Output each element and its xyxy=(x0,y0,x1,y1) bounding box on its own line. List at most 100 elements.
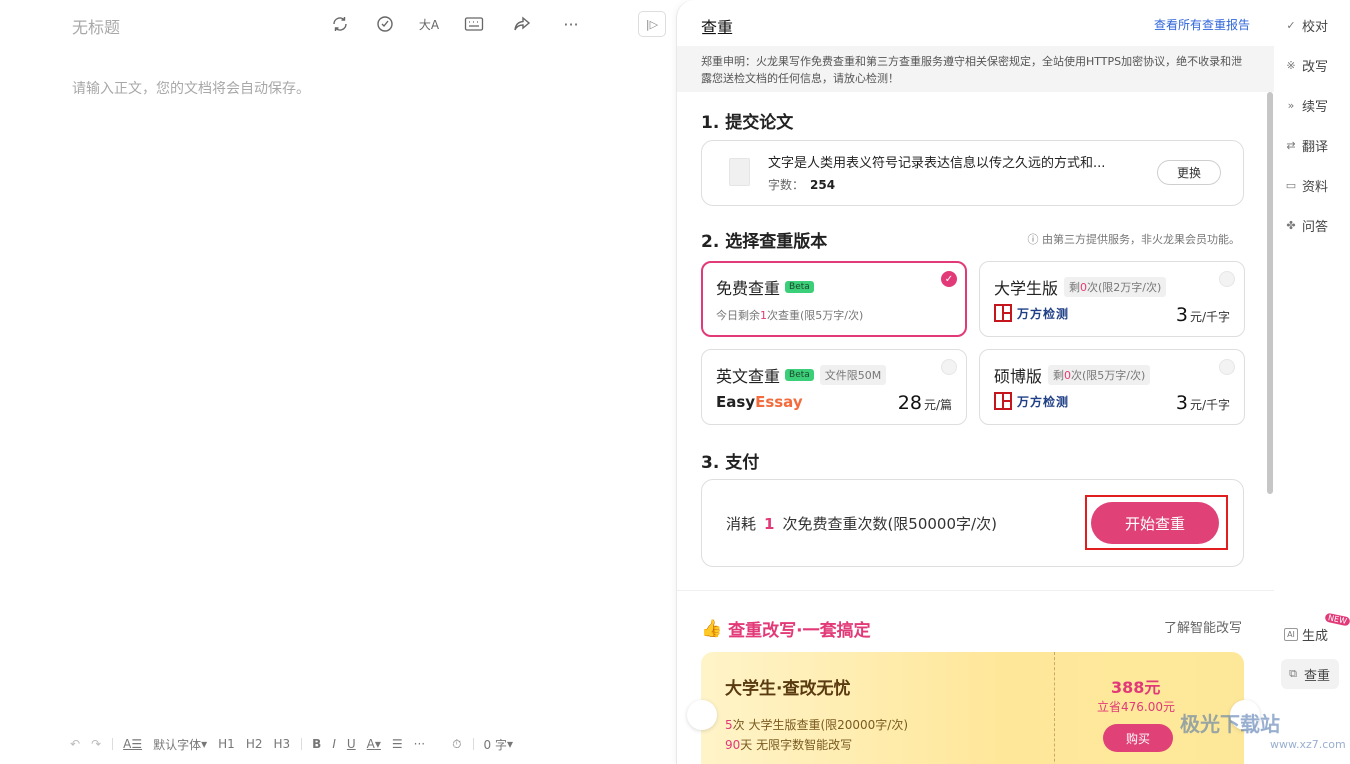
promo-heading: 👍 查重改写·一套搞定 xyxy=(701,618,871,642)
promo-line: 5次 大学生版查重(限20000字/次) xyxy=(725,718,909,732)
divider xyxy=(1054,652,1055,764)
divider xyxy=(112,738,114,750)
swap-icon: ⇄ xyxy=(1286,138,1296,152)
thumbs-up-icon: 👍 xyxy=(701,618,723,639)
divider xyxy=(677,590,1274,591)
rail-item-rewrite[interactable]: ※ 改写 xyxy=(1284,52,1342,78)
rail-item-qa[interactable]: ✤ 问答 xyxy=(1284,212,1342,238)
more-icon[interactable]: ··· xyxy=(559,12,583,36)
more-format-button[interactable]: ··· xyxy=(414,737,425,751)
learn-rewrite-link[interactable]: 了解智能改写 xyxy=(1164,617,1242,636)
option-price: 28 元/篇 xyxy=(897,392,952,414)
rail-item-continue[interactable]: » 续写 xyxy=(1284,92,1342,118)
rail-item-materials[interactable]: ▭ 资料 xyxy=(1284,172,1342,198)
italic-button[interactable]: I xyxy=(332,737,336,751)
sparkle-icon: ※ xyxy=(1286,58,1296,72)
panel-toggle-icon[interactable]: |▷ xyxy=(638,11,666,37)
word-count-info: 字数： 254 xyxy=(768,178,836,192)
option-name: 硕博版 剩0次(限5万字/次) xyxy=(994,363,1151,387)
view-all-reports-link[interactable]: 查看所有查重报告 xyxy=(1154,16,1250,33)
share-icon[interactable] xyxy=(510,12,534,36)
option-name: 大学生版 剩0次(限2万字/次) xyxy=(994,275,1167,299)
step3-heading: 3. 支付 xyxy=(701,453,760,473)
watermark-url: www.xz7.com xyxy=(1270,738,1346,751)
format-clear-icon[interactable]: A☰ xyxy=(123,737,142,751)
formatting-toolbar: ↶ ↷ A☰ 默认字体 ▾ H1 H2 H3 B I U A ▾ ☰ ··· ⏱ 0… xyxy=(70,732,524,756)
document-body-input[interactable]: 请输入正文，您的文档将会自动保存。 xyxy=(72,78,310,98)
underline-button[interactable]: U xyxy=(347,737,356,751)
undo-icon[interactable]: ↶ xyxy=(70,737,80,751)
document-title-input[interactable]: 无标题 xyxy=(72,14,120,38)
option-masters-phd[interactable]: 硕博版 剩0次(限5万字/次) 万方检测 3 元/千字 xyxy=(979,349,1245,425)
inbox-icon: ▭ xyxy=(1285,178,1297,192)
beta-badge: Beta xyxy=(785,369,814,381)
option-price: 3 元/千字 xyxy=(1175,392,1230,414)
option-subtext: 今日剩余1次查重(限5万字/次) xyxy=(716,309,864,322)
option-free-check[interactable]: 免费查重 Beta 今日剩余1次查重(限5万字/次) ✓ xyxy=(701,261,967,337)
editor-pane: 无标题 请输入正文，您的文档将会自动保存。 大A ··· |▷ ↶ ↷ A☰ 默… xyxy=(0,0,676,764)
h2-button[interactable]: H2 xyxy=(246,737,263,751)
option-undergrad[interactable]: 大学生版 剩0次(限2万字/次) 万方检测 3 元/千字 xyxy=(979,261,1245,337)
step2-heading: 2. 选择查重版本 xyxy=(701,232,828,252)
promo-card: 大学生·查改无忧 5次 大学生版查重(限20000字/次) 90天 无限字数智能… xyxy=(701,652,1244,764)
divider xyxy=(301,738,303,750)
selected-check-icon[interactable]: ✓ xyxy=(941,271,957,287)
font-select[interactable]: 默认字体 ▾ xyxy=(153,736,207,753)
option-english-check[interactable]: 英文查重 Beta 文件限50M Easy Essay 28 元/篇 xyxy=(701,349,967,425)
rail-item-translate[interactable]: ⇄ 翻译 xyxy=(1284,132,1342,158)
wanfang-logo: 万方检测 xyxy=(994,392,1069,410)
plagiarism-check-panel: 查重 查看所有查重报告 郑重申明：火龙果写作免费查重和第三方查重服务遵守相关保密… xyxy=(676,0,1274,764)
payment-card: 消耗 1 次免费查重次数(限50000字/次) 开始查重 xyxy=(701,479,1244,567)
document-icon xyxy=(729,158,750,186)
radio-icon[interactable] xyxy=(941,359,957,375)
bold-button[interactable]: B xyxy=(312,737,321,751)
check-icon[interactable] xyxy=(373,12,397,36)
redo-icon[interactable]: ↷ xyxy=(91,737,101,751)
step1-heading: 1. 提交论文 xyxy=(701,113,794,133)
h1-button[interactable]: H1 xyxy=(218,737,235,751)
scrollbar[interactable] xyxy=(1267,92,1273,494)
buy-button[interactable]: 购买 xyxy=(1103,724,1173,752)
timer-icon[interactable]: ⏱ xyxy=(452,737,461,752)
rail-item-proofread[interactable]: ✓ 校对 xyxy=(1284,12,1342,38)
check-mark-icon: ✓ xyxy=(1286,18,1296,32)
sync-icon[interactable] xyxy=(328,12,352,36)
third-party-hint: ⓘ 由第三方提供服务，非火龙果会员功能。 xyxy=(1027,233,1241,246)
carousel-prev-button[interactable] xyxy=(687,700,717,730)
promo-savings: 立省476.00元 xyxy=(1097,700,1175,714)
consume-text: 消耗 1 次免费查重次数(限50000字/次) xyxy=(726,515,997,533)
divider xyxy=(472,738,474,750)
wanfang-logo: 万方检测 xyxy=(994,304,1069,322)
font-color-button[interactable]: A ▾ xyxy=(367,737,381,751)
watermark: 极光下载站 xyxy=(1180,712,1280,736)
keyboard-icon[interactable] xyxy=(462,12,486,36)
replace-file-button[interactable]: 更换 xyxy=(1157,160,1221,185)
right-sidebar: ✓ 校对 ※ 改写 » 续写 ⇄ 翻译 ▭ 资料 ✤ 问答 AI 生成 NEW ⧉ 查重 xyxy=(1274,0,1350,764)
rail-item-check[interactable]: ⧉ 查重 xyxy=(1281,659,1339,689)
word-count[interactable]: 0 字 ▾ xyxy=(484,736,513,753)
list-icon[interactable]: ☰ xyxy=(392,737,403,751)
pinwheel-icon: ✤ xyxy=(1286,218,1296,232)
option-name: 免费查重 Beta xyxy=(716,275,814,299)
promo-line: 90天 无限字数智能改写 xyxy=(725,738,853,752)
file-title: 文字是人类用表义符号记录表达信息以传之久远的方式和... xyxy=(768,156,1106,171)
quota-tag: 剩0次(限5万字/次) xyxy=(1048,365,1151,385)
h3-button[interactable]: H3 xyxy=(273,737,290,751)
easyessay-logo: Easy Essay xyxy=(716,393,803,411)
rail-item-generate[interactable]: AI 生成 xyxy=(1284,621,1342,647)
double-chevron-icon: » xyxy=(1287,98,1295,112)
privacy-notice: 郑重申明：火龙果写作免费查重和第三方查重服务遵守相关保密规定，全站使用HTTPS… xyxy=(677,46,1274,92)
beta-badge: Beta xyxy=(785,281,814,293)
panel-title: 查重 xyxy=(701,18,734,37)
file-limit-tag: 文件限50M xyxy=(819,365,887,385)
text-size-icon[interactable]: 大A xyxy=(417,12,441,36)
promo-title: 大学生·查改无忧 xyxy=(725,679,851,699)
radio-icon[interactable] xyxy=(1219,271,1235,287)
option-price: 3 元/千字 xyxy=(1175,304,1230,326)
radio-icon[interactable] xyxy=(1219,359,1235,375)
ai-icon: AI xyxy=(1284,627,1298,641)
option-name: 英文查重 Beta 文件限50M xyxy=(716,363,887,387)
submitted-file-card: 文字是人类用表义符号记录表达信息以传之久远的方式和... 字数： 254 更换 xyxy=(701,140,1244,206)
highlight-box xyxy=(1085,495,1228,550)
promo-price: 388元 xyxy=(1111,678,1161,697)
